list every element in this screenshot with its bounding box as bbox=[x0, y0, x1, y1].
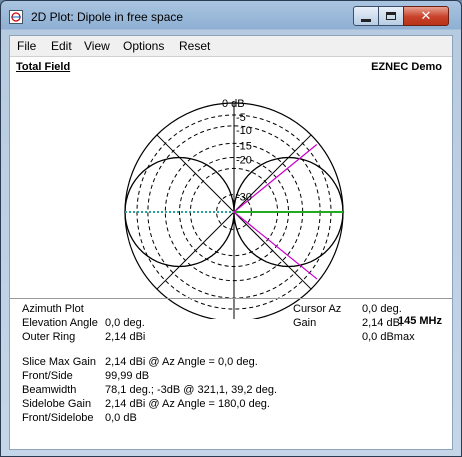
info-label: Outer Ring bbox=[22, 331, 76, 343]
client-area: File Edit View Options Reset 0 dB -5 -10 -1… bbox=[9, 35, 453, 450]
menu-edit[interactable]: Edit bbox=[51, 39, 72, 53]
menu-file[interactable]: File bbox=[17, 39, 36, 53]
menu-options[interactable]: Options bbox=[123, 39, 164, 53]
app-icon bbox=[9, 10, 23, 24]
total-field-label: Total Field bbox=[16, 61, 71, 73]
info-label: Gain bbox=[293, 317, 317, 329]
menu-reset[interactable]: Reset bbox=[179, 39, 210, 53]
window-title: 2D Plot: Dipole in free space bbox=[31, 10, 184, 24]
info-value: 0,0 dBmax bbox=[362, 331, 415, 343]
ring-label: -20 bbox=[236, 155, 252, 167]
info-label: Slice Max Gain bbox=[22, 356, 96, 368]
info-value: 0,0 deg. bbox=[105, 317, 145, 329]
title-bar[interactable]: 2D Plot: Dipole in free space ✕ bbox=[1, 1, 461, 31]
beamwidth-line bbox=[233, 211, 318, 280]
plot-window: 2D Plot: Dipole in free space ✕ File Edi… bbox=[0, 0, 462, 457]
info-value: 2,14 dBi @ Az Angle = 0,0 deg. bbox=[105, 356, 258, 368]
minimize-icon bbox=[361, 18, 371, 22]
info-label: Sidelobe Gain bbox=[22, 398, 92, 410]
info-label: Front/Sidelobe bbox=[22, 412, 94, 424]
menu-bar: File Edit View Options Reset bbox=[10, 36, 452, 56]
ring-labels: 0 dB -5-10 -15 -20 -30 bbox=[222, 98, 252, 204]
close-icon: ✕ bbox=[420, 8, 432, 24]
minimize-button[interactable] bbox=[353, 6, 379, 26]
info-value: 0,0 dB bbox=[105, 412, 137, 424]
polar-plot[interactable]: 0 dB -5-10 -15 -20 -30 bbox=[10, 57, 452, 319]
info-value: 2,14 dBi bbox=[362, 317, 403, 329]
ring-label: -15 bbox=[236, 140, 252, 152]
info-value: 78,1 deg.; -3dB @ 321,1, 39,2 deg. bbox=[105, 384, 278, 396]
ring-label: -30 bbox=[236, 192, 252, 204]
info-label: Elevation Angle bbox=[22, 317, 98, 329]
program-label: EZNEC Demo bbox=[371, 61, 442, 73]
info-panel: Azimuth Plot Elevation Angle 0,0 deg. Ou… bbox=[10, 298, 452, 449]
info-label: Front/Side bbox=[22, 370, 73, 382]
info-value: 0,0 deg. bbox=[362, 303, 402, 315]
info-value: 99,99 dB bbox=[105, 370, 150, 382]
menu-view[interactable]: View bbox=[84, 39, 110, 53]
ring-label: -5 bbox=[236, 112, 246, 124]
info-value: 2,14 dBi @ Az Angle = 180,0 deg. bbox=[105, 398, 270, 410]
ring-label: 0 dB bbox=[222, 98, 245, 110]
polar-plot-area[interactable]: 0 dB -5 -10 -15 -20 -30 Total Field EZNEC Dem… bbox=[10, 56, 452, 333]
maximize-icon bbox=[386, 12, 396, 20]
info-label: Cursor Az bbox=[293, 303, 342, 315]
info-label: Azimuth Plot bbox=[22, 303, 84, 315]
info-label: Beamwidth bbox=[22, 384, 77, 396]
maximize-button[interactable] bbox=[378, 6, 404, 26]
ring-label: -10 bbox=[236, 125, 252, 137]
close-button[interactable]: ✕ bbox=[403, 6, 449, 26]
info-value: 2,14 dBi bbox=[105, 331, 146, 343]
